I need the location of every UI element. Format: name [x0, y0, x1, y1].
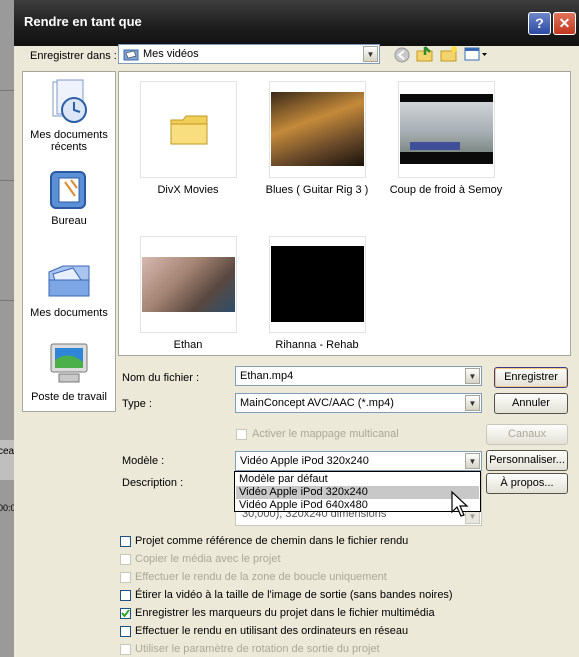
cancel-button[interactable]: Annuler [494, 393, 568, 414]
file-list-view: DivX Movies Blues ( Guitar Rig 3 ) Coup … [118, 71, 571, 356]
option-checkbox-network-render[interactable] [120, 626, 131, 637]
file-item[interactable]: Ethan [123, 236, 253, 351]
up-folder-icon[interactable] [416, 45, 434, 66]
file-item[interactable]: Coup de froid à Semoy [381, 81, 511, 196]
chevron-down-icon[interactable]: ▼ [465, 395, 480, 411]
my-documents-icon [45, 265, 93, 307]
template-value: Vidéo Apple iPod 320x240 [240, 455, 369, 467]
file-label: DivX Movies [157, 184, 219, 196]
filename-input[interactable]: Ethan.mp4 ▼ [235, 366, 482, 386]
about-button[interactable]: À propos... [486, 473, 568, 494]
mouse-cursor-icon [450, 490, 472, 523]
option-label: Utiliser le paramètre de rotation de sor… [135, 643, 380, 655]
option-label: Copier le média avec le projet [135, 553, 281, 565]
close-button[interactable]: ✕ [553, 12, 576, 35]
place-label: Mes documents [30, 307, 108, 319]
save-in-label: Enregistrer dans : [30, 50, 117, 62]
place-label: Bureau [51, 215, 87, 227]
option-checkbox-project-path[interactable] [120, 536, 131, 547]
dropdown-option-selected[interactable]: Vidéo Apple iPod 320x240 [236, 486, 479, 499]
window-title: Rendre en tant que [24, 14, 142, 29]
filename-label: Nom du fichier : [122, 372, 200, 384]
save-button[interactable]: Enregistrer [494, 367, 568, 388]
dropdown-option[interactable]: Vidéo Apple iPod 640x480 [236, 499, 479, 512]
file-label: Blues ( Guitar Rig 3 ) [265, 184, 369, 196]
option-checkbox-stretch-video[interactable] [120, 590, 131, 601]
dropdown-option[interactable]: Modèle par défaut [236, 473, 479, 486]
file-item[interactable]: Rihanna - Rehab [252, 236, 382, 351]
chevron-down-icon[interactable]: ▼ [363, 46, 378, 62]
checkmark-icon [121, 609, 130, 618]
background-time-fragment: 00:0 [0, 503, 14, 513]
video-thumbnail [141, 257, 235, 312]
option-label: Projet comme référence de chemin dans le… [135, 535, 409, 547]
channels-button[interactable]: Canaux [486, 424, 568, 445]
place-my-computer[interactable]: Poste de travail [23, 340, 115, 403]
multichannel-label: Activer le mappage multicanal [252, 428, 399, 440]
option-checkbox-rotation[interactable] [120, 644, 131, 655]
file-item[interactable]: DivX Movies [123, 81, 253, 196]
template-label: Modèle : [122, 455, 165, 467]
place-recent-documents[interactable]: Mes documents récents [23, 78, 115, 153]
place-label: Poste de travail [31, 391, 107, 403]
video-thumbnail [399, 94, 493, 164]
view-menu-icon[interactable] [464, 46, 488, 65]
template-dropdown[interactable]: Vidéo Apple iPod 320x240 ▼ [235, 451, 482, 471]
file-label: Coup de froid à Semoy [389, 184, 503, 196]
type-value: MainConcept AVC/AAC (*.mp4) [240, 397, 394, 409]
video-thumbnail [270, 92, 364, 166]
desktop-icon [47, 171, 91, 215]
video-folder-icon [123, 47, 139, 64]
chevron-down-icon[interactable]: ▼ [465, 453, 480, 469]
place-label: Mes documents récents [30, 129, 108, 153]
multichannel-checkbox[interactable] [236, 429, 247, 440]
option-label: Enregistrer les marqueurs du projet dans… [135, 607, 435, 619]
back-icon[interactable] [394, 47, 410, 66]
type-label: Type : [122, 398, 152, 410]
background-application: ceau 00:0 [0, 0, 14, 657]
option-label: Effectuer le rendu en utilisant des ordi… [135, 625, 409, 637]
option-label: Étirer la vidéo à la taille de l'image d… [135, 589, 453, 601]
option-label: Effectuer le rendu de la zone de boucle … [135, 571, 387, 583]
type-dropdown[interactable]: MainConcept AVC/AAC (*.mp4) ▼ [235, 393, 482, 413]
save-in-value: Mes vidéos [143, 48, 199, 60]
customize-button[interactable]: Personnaliser... [486, 450, 568, 471]
option-checkbox-save-markers[interactable] [120, 608, 131, 619]
template-dropdown-list: Modèle par défaut Vidéo Apple iPod 320x2… [234, 471, 481, 512]
option-checkbox-loop-region[interactable] [120, 572, 131, 583]
my-computer-icon [45, 343, 93, 391]
video-thumbnail [270, 246, 364, 322]
chevron-down-icon[interactable]: ▼ [465, 368, 480, 384]
file-item[interactable]: Blues ( Guitar Rig 3 ) [252, 81, 382, 196]
place-desktop[interactable]: Bureau [23, 168, 115, 227]
new-folder-icon[interactable] [440, 45, 458, 66]
save-in-dropdown[interactable]: Mes vidéos ▼ [118, 44, 380, 64]
filename-value: Ethan.mp4 [240, 370, 294, 382]
description-label: Description : [122, 477, 184, 489]
option-checkbox-copy-media[interactable] [120, 554, 131, 565]
place-my-documents[interactable]: Mes documents [23, 256, 115, 319]
file-label: Ethan [173, 339, 203, 351]
places-bar: Mes documents récents Bureau Mes documen… [22, 71, 116, 412]
background-label-fragment: ceau [0, 446, 14, 457]
folder-icon [169, 112, 209, 151]
help-button[interactable]: ? [528, 12, 551, 35]
recent-documents-icon [47, 79, 91, 129]
file-label: Rihanna - Rehab [275, 339, 359, 351]
